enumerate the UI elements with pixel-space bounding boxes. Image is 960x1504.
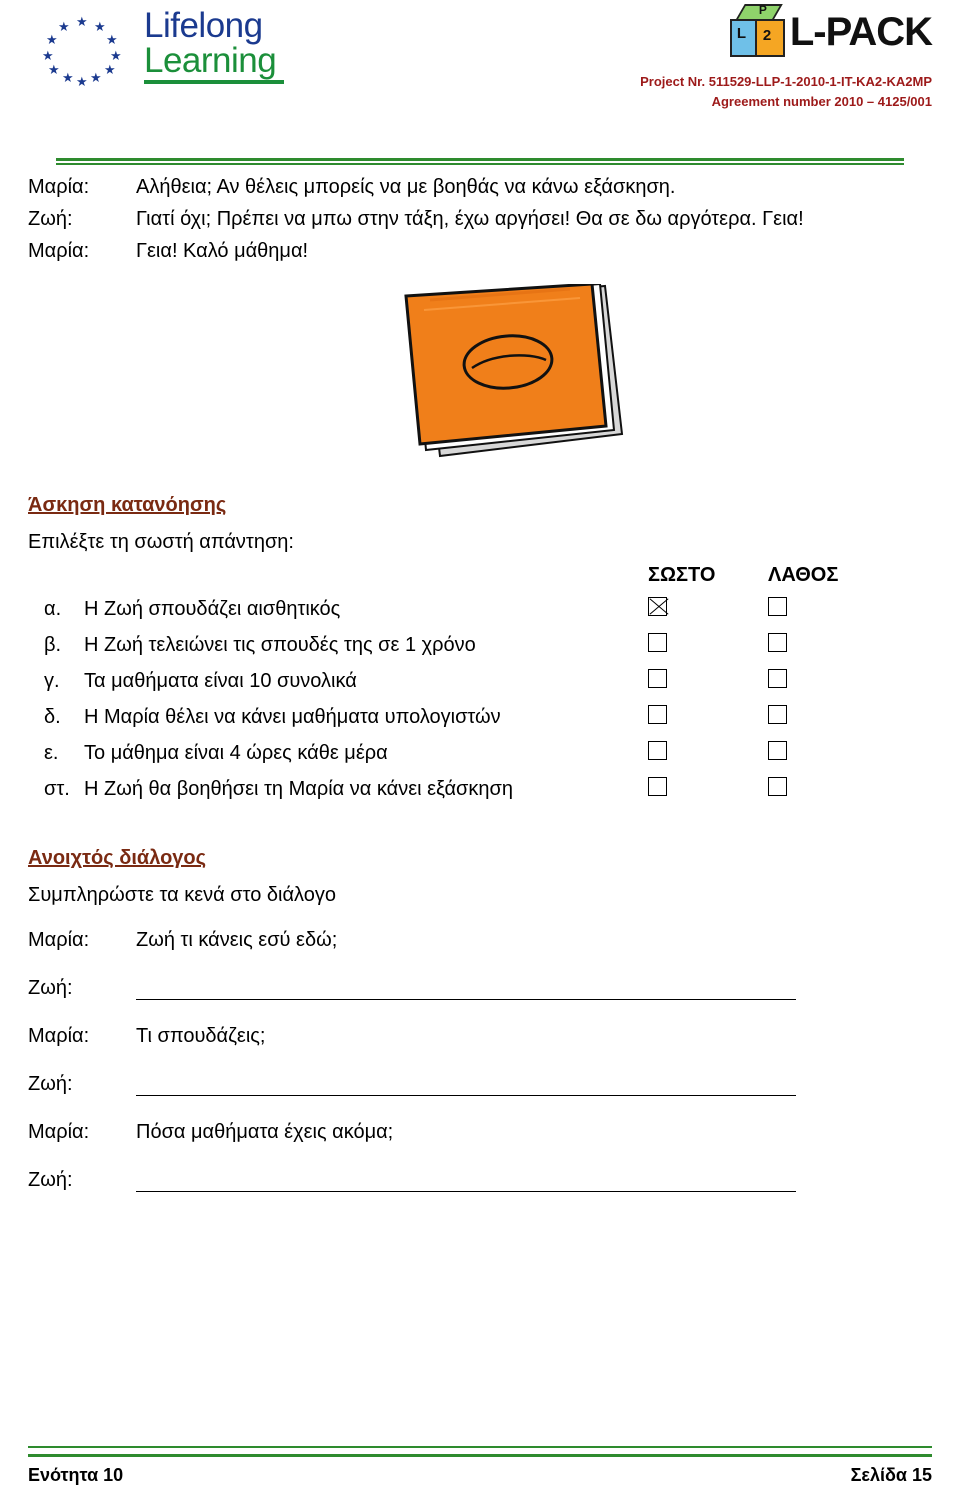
quiz-row: α. Η Ζωή σπουδάζει αισθητικός [28,591,932,627]
agreement-number: Agreement number 2010 – 4125/001 [711,94,932,109]
quiz-item-letter: ε. [44,741,59,764]
quiz-row: στ. Η Ζωή θα βοηθήσει τη Μαρία να κάνει … [28,771,932,807]
open-prompt-text: Ζωή τι κάνεις εσύ εδώ; [136,929,338,951]
quiz-item-letter: δ. [44,705,61,728]
dialogue-line: Μαρία: Γεια! Καλό μάθημα! [28,236,932,266]
page-header: ★ ★ ★ ★ ★ ★ ★ ★ ★ ★ ★ ★ Lifelong Learnin… [28,0,933,165]
quiz-item-letter: γ. [44,669,60,692]
dialogue-text: Γεια! Καλό μάθημα! [136,240,309,262]
lpack-cube-icon: P L 2 [728,3,785,60]
open-dialogue-row: Μαρία: Τι σπουδάζεις; [28,1021,932,1051]
quiz-row: ε. Το μάθημα είναι 4 ώρες κάθε μέρα [28,735,932,771]
open-dialogue-row: Μαρία: Ζωή τι κάνεις εσύ εδώ; [28,925,932,955]
checkbox-true[interactable] [648,596,667,616]
dialogue-line: Μαρία: Αλήθεια; Αν θέλεις μπορείς να με … [28,172,932,202]
open-dialogue-instruction: Συμπληρώστε τα κενά στο διάλογο [28,884,336,906]
open-dialogue-row: Ζωή: [28,1165,932,1195]
eu-flag-icon: ★ ★ ★ ★ ★ ★ ★ ★ ★ ★ ★ ★ [28,9,136,88]
logo-underline [144,80,284,84]
column-header-true: ΣΩΣΤΟ [648,564,716,586]
answer-blank-line[interactable] [136,1165,796,1192]
lifelong-learning-wordmark: Lifelong Learning [144,8,284,84]
open-prompt-text: Τι σπουδάζεις; [136,1025,266,1047]
page-footer: Ενότητα 10 Σελίδα 15 [28,1446,932,1486]
quiz-item-text: Η Ζωή τελειώνει τις σπουδές της σε 1 χρό… [84,633,476,656]
quiz-row: δ. Η Μαρία θέλει να κάνει μαθήματα υπολο… [28,699,932,735]
illustration-area [28,284,932,484]
open-speaker: Ζωή: [28,977,73,999]
dialogue-line: Ζωή: Γιατί όχι; Πρέπει να μπω στην τάξη,… [28,204,932,234]
quiz-item-text: Η Ζωή θα βοηθήσει τη Μαρία να κάνει εξάσ… [84,777,513,800]
page-content: Μαρία: Αλήθεια; Αν θέλεις μπορείς να με … [28,150,932,1195]
open-dialogue-heading: Ανοιχτός διάλογος [28,847,207,869]
column-header-false: ΛΑΘΟΣ [768,564,839,586]
open-speaker: Ζωή: [28,1169,73,1191]
checkbox-false[interactable] [768,740,787,760]
open-dialogue-section: Ανοιχτός διάλογος Συμπληρώστε τα κενά στ… [28,847,932,1195]
cube-letter-2: 2 [762,27,772,44]
quiz-item-letter: στ. [44,777,70,800]
footer-divider-top [28,1446,932,1448]
dialogue-text: Γιατί όχι; Πρέπει να μπω στην τάξη, έχω … [136,208,804,230]
lpack-wordmark: L-PACK [789,9,933,54]
quiz-row: γ. Τα μαθήματα είναι 10 συνολικά [28,663,932,699]
open-speaker: Μαρία: [28,1121,90,1143]
notebook-illustration [404,284,624,458]
document-page: ★ ★ ★ ★ ★ ★ ★ ★ ★ ★ ★ ★ Lifelong Learnin… [0,0,960,1504]
quiz-item-letter: β. [44,633,62,656]
logo-line-1: Lifelong [144,6,263,45]
footer-divider-bottom [28,1454,932,1457]
checkbox-false[interactable] [768,776,787,796]
open-prompt-text: Πόσα μαθήματα έχεις ακόμα; [136,1121,394,1143]
checkbox-true[interactable] [648,776,667,796]
project-number: Project Nr. 511529-LLP-1-2010-1-IT-KA2-K… [640,74,932,89]
quiz-item-text: Το μάθημα είναι 4 ώρες κάθε μέρα [84,741,388,764]
quiz-item-text: Η Ζωή σπουδάζει αισθητικός [84,597,341,620]
open-speaker: Ζωή: [28,1073,73,1095]
answer-blank-line[interactable] [136,973,796,1000]
lifelong-learning-logo: ★ ★ ★ ★ ★ ★ ★ ★ ★ ★ ★ ★ Lifelong Learnin… [28,8,284,88]
dialogue-speaker: Μαρία: [28,176,90,198]
comprehension-table: ΣΩΣΤΟ ΛΑΘΟΣ α. Η Ζωή σπουδάζει αισθητικό… [28,564,932,807]
open-dialogue-row: Ζωή: [28,1069,932,1099]
answer-blank-line[interactable] [136,1069,796,1096]
checkbox-false[interactable] [768,704,787,724]
checkbox-true[interactable] [648,704,667,724]
quiz-item-text: Τα μαθήματα είναι 10 συνολικά [84,669,357,692]
open-dialogue-row: Μαρία: Πόσα μαθήματα έχεις ακόμα; [28,1117,932,1147]
cube-letter-l: L [736,25,747,42]
quiz-item-text: Η Μαρία θέλει να κάνει μαθήματα υπολογισ… [84,705,501,728]
logo-line-2: Learning [144,41,277,80]
open-dialogue-row: Ζωή: [28,973,932,1003]
comprehension-heading: Άσκηση κατανόησης [28,494,227,516]
footer-page-label: Σελίδα 15 [850,1465,932,1485]
checkbox-true[interactable] [648,740,667,760]
dialogue-speaker: Μαρία: [28,240,90,262]
checkbox-false[interactable] [768,596,787,616]
footer-unit-label: Ενότητα 10 [28,1465,124,1485]
open-speaker: Μαρία: [28,929,90,951]
quiz-header-row: ΣΩΣΤΟ ΛΑΘΟΣ [28,564,932,587]
dialogue-text: Αλήθεια; Αν θέλεις μπορείς να με βοηθάς … [136,176,676,198]
open-speaker: Μαρία: [28,1025,90,1047]
dialogue-speaker: Ζωή: [28,208,73,230]
cube-letter-p: P [758,3,767,17]
checkbox-false[interactable] [768,632,787,652]
quiz-row: β. Η Ζωή τελειώνει τις σπουδές της σε 1 … [28,627,932,663]
checkbox-true[interactable] [648,632,667,652]
checkbox-false[interactable] [768,668,787,688]
lpack-logo-block: P L 2 L-PACK Project Nr. 511529-LLP-1-20… [640,3,933,109]
checkbox-true[interactable] [648,668,667,688]
quiz-item-letter: α. [44,597,62,620]
comprehension-instruction: Επιλέξτε τη σωστή απάντηση: [28,531,294,553]
